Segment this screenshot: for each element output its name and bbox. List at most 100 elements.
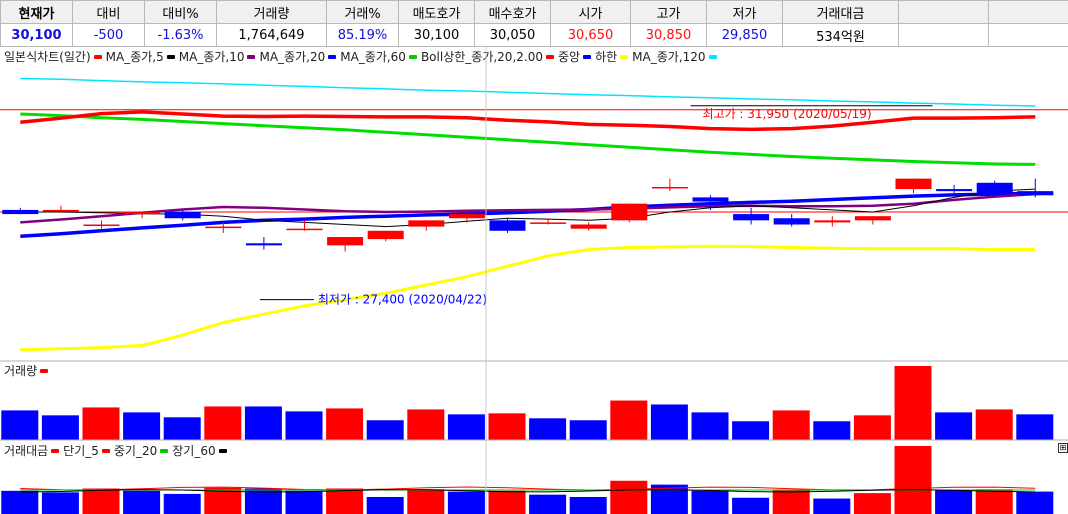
candle-body	[733, 214, 770, 221]
quote-value-cell: 30,050	[474, 23, 551, 47]
volume-bar	[407, 409, 445, 440]
quote-empty-cell	[898, 23, 989, 47]
amount-bar	[975, 489, 1013, 514]
candle-body	[489, 220, 526, 231]
quote-empty-cell	[988, 23, 1068, 47]
quote-header-cell: 대비%	[144, 0, 217, 24]
amount-bar	[123, 490, 161, 514]
candle-body	[611, 203, 648, 221]
high-price-annotation: 최고가 : 31,950 (2020/05/19)	[703, 107, 872, 121]
amount-bar	[853, 493, 891, 514]
volume-bar	[41, 415, 79, 440]
candle-body	[205, 226, 242, 229]
volume-bar	[813, 421, 851, 440]
volume-bar	[772, 410, 810, 440]
quote-header-cell: 매수호가	[474, 0, 551, 24]
quote-value-cell: 1,764,649	[216, 23, 327, 47]
candle-body	[773, 218, 810, 225]
candle-body	[448, 214, 485, 219]
volume-bar	[935, 412, 973, 440]
volume-bar	[610, 400, 648, 440]
candle-body	[854, 216, 891, 221]
amount-bar	[447, 491, 485, 514]
volume-bar	[569, 420, 607, 440]
quote-table: 현재가 대비 대비% 거래량 거래% 매도호가 매수호가 시가 고가 저가 거래대금 30,100-…	[0, 0, 1068, 47]
low-price-annotation: 최저가 : 27,400 (2020/04/22)	[318, 293, 487, 307]
quote-header-cell: 대비	[72, 0, 145, 24]
quote-header-cell: 거래량	[216, 0, 327, 24]
amount-panel	[1, 446, 1054, 514]
amount-bar	[529, 494, 567, 514]
quote-header-cell: 현재가	[0, 0, 73, 24]
quote-value-cell: 534억원	[782, 23, 899, 47]
candle-body	[327, 237, 364, 246]
candle-body	[692, 197, 729, 202]
volume-bar	[82, 407, 120, 440]
volume-bar	[326, 408, 364, 440]
quote-header-cell: 저가	[706, 0, 783, 24]
candle-body	[367, 230, 404, 240]
volume-bar	[894, 366, 932, 440]
candle-body	[895, 178, 932, 190]
candle-body	[1017, 191, 1054, 196]
volume-bar	[853, 415, 891, 440]
amount-bar	[41, 492, 79, 514]
volume-bar	[244, 406, 282, 440]
quote-value-cell: 30,650	[550, 23, 631, 47]
candle-body	[245, 243, 282, 246]
amount-bar	[1016, 491, 1054, 514]
amount-bar	[610, 480, 648, 514]
volume-bar	[285, 411, 323, 440]
amount-bar	[82, 488, 120, 514]
boll_lower-line	[20, 244, 1036, 352]
candle-body	[164, 212, 201, 219]
amount-bar	[407, 489, 445, 514]
stock-chart[interactable]: 최고가 : 31,950 (2020/05/19) 최저가 : 27,400 (2…	[0, 46, 1068, 514]
candle-body	[408, 220, 445, 227]
candle-body	[570, 224, 607, 229]
quote-value-cell: 30,850	[630, 23, 707, 47]
quote-value-cell: 85.19%	[326, 23, 399, 47]
amount-bar	[569, 497, 607, 514]
candle-body	[42, 209, 79, 212]
volume-bar	[691, 412, 729, 440]
amount-bar	[163, 493, 201, 514]
ma5-line	[20, 188, 1036, 228]
quote-value-cell: -1.63%	[144, 23, 217, 47]
quote-header-row: 현재가 대비 대비% 거래량 거래% 매도호가 매수호가 시가 고가 저가 거래대금	[0, 0, 1068, 24]
volume-bar	[123, 412, 161, 440]
candle-body	[2, 209, 39, 215]
price-panel: 최고가 : 31,950 (2020/05/19) 최저가 : 27,400 (2…	[0, 77, 1068, 352]
volume-bar	[366, 420, 404, 440]
amount-bar	[691, 490, 729, 514]
quote-header-cell: 거래대금	[782, 0, 899, 24]
quote-value-cell: 29,850	[706, 23, 783, 47]
quote-header-cell: 거래%	[326, 0, 399, 24]
candle-body	[976, 182, 1013, 194]
volume-bar	[488, 413, 526, 440]
amount-bar	[813, 498, 851, 514]
amount-bar	[894, 446, 932, 514]
volume-panel	[1, 366, 1054, 440]
quote-value-cell: 30,100	[0, 23, 73, 47]
candle-body	[83, 224, 120, 227]
volume-bar	[163, 417, 201, 440]
volume-bar	[732, 421, 770, 440]
candle-body	[651, 186, 688, 189]
volume-bar	[650, 404, 688, 440]
ma120-line	[20, 77, 1036, 107]
volume-bar	[529, 418, 567, 440]
quote-header-cell: 매도호가	[398, 0, 475, 24]
quote-values-row: 30,100 -500 -1.63% 1,764,649 85.19% 30,100 30,…	[0, 23, 1068, 47]
candle-body	[286, 228, 323, 231]
candle-body	[936, 189, 973, 192]
candle-body	[124, 212, 161, 215]
amount-bar	[366, 497, 404, 514]
quote-header-cell: 시가	[550, 0, 631, 24]
amount-bar	[732, 497, 770, 514]
quote-value-cell: -500	[72, 23, 145, 47]
candle-body	[530, 222, 567, 224]
volume-bar	[975, 409, 1013, 440]
amount-bar	[326, 488, 364, 514]
amount-bar	[935, 490, 973, 514]
